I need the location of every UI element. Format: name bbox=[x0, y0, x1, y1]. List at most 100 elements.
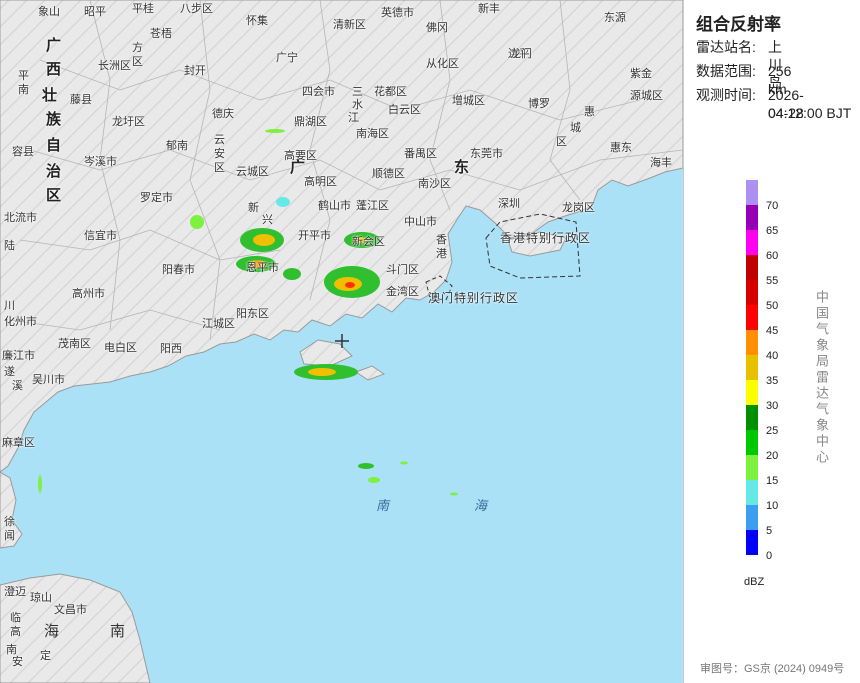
place-label: 徐 bbox=[4, 516, 15, 528]
place-label: 陆 bbox=[4, 240, 15, 252]
info-panel: 组合反射率 雷达站名: 上川岛 数据范围: 256 km 观测时间: 2026-… bbox=[683, 0, 860, 683]
time-row: 观测时间: 2026-04-28 bbox=[696, 86, 804, 121]
place-label: 东莞市 bbox=[470, 148, 503, 160]
place-label: 闻 bbox=[4, 530, 15, 542]
place-label: 象山 bbox=[38, 6, 60, 18]
place-label: 区 bbox=[214, 162, 225, 174]
place-label: 溪 bbox=[12, 380, 23, 392]
place-label: 江城区 bbox=[202, 318, 235, 330]
map-canvas bbox=[0, 0, 683, 683]
place-label: 港 bbox=[436, 248, 447, 260]
legend-tick: 65 bbox=[766, 225, 779, 237]
legend-tick: 60 bbox=[766, 250, 779, 262]
place-label: 惠东 bbox=[610, 142, 632, 154]
place-label: 廉江市 bbox=[2, 350, 35, 362]
station-label: 雷达站名: bbox=[696, 39, 756, 55]
legend-swatch bbox=[746, 180, 758, 205]
place-label: 高州市 bbox=[72, 288, 105, 300]
place-label: 容县 bbox=[12, 146, 34, 158]
place-label: 北流市 bbox=[4, 212, 37, 224]
place-label: 文昌市 bbox=[54, 604, 87, 616]
legend-swatch bbox=[746, 430, 758, 455]
place-label: 香 bbox=[436, 234, 447, 246]
place-label: 岑溪市 bbox=[84, 156, 117, 168]
place-label: 海丰 bbox=[650, 157, 672, 169]
place-label: 临 bbox=[10, 612, 21, 624]
place-label: 金湾区 bbox=[386, 286, 419, 298]
place-label: 四会市 bbox=[302, 86, 335, 98]
place-label: 化州市 bbox=[4, 316, 37, 328]
legend-tick: 30 bbox=[766, 400, 779, 412]
place-label: 澄迈 bbox=[4, 586, 26, 598]
legend-swatch bbox=[746, 305, 758, 330]
legend-tick: 45 bbox=[766, 325, 779, 337]
legend-swatch bbox=[746, 205, 758, 230]
place-label: 南海区 bbox=[356, 128, 389, 140]
time-label: 观测时间: bbox=[696, 87, 756, 103]
place-label: 番禺区 bbox=[404, 148, 437, 160]
place-label: 江 bbox=[348, 112, 359, 124]
legend-tick: 20 bbox=[766, 450, 779, 462]
macao-sar-label: 澳门特别行政区 bbox=[428, 291, 520, 305]
legend-tick: 50 bbox=[766, 300, 779, 312]
place-label: 清新区 bbox=[333, 19, 366, 31]
place-label: 区 bbox=[556, 136, 567, 148]
place-label: 云 bbox=[214, 134, 225, 146]
place-label: 龙门 bbox=[510, 48, 532, 60]
legend-swatch bbox=[746, 280, 758, 305]
legend-swatch bbox=[746, 255, 758, 280]
legend-swatch bbox=[746, 330, 758, 355]
shangchuan-island bbox=[299, 339, 353, 367]
sea-label: 海 bbox=[474, 498, 488, 513]
legend-tick: 40 bbox=[766, 350, 779, 362]
legend-unit: dBZ bbox=[744, 576, 765, 588]
place-label: 水 bbox=[352, 99, 363, 111]
radar-map[interactable]: 象山 昭平 平桂 八步区 怀集 清新区 英德市 新丰 东源 苍梧 广 方 佛冈 … bbox=[0, 0, 683, 683]
place-label: 增城区 bbox=[452, 95, 485, 107]
place-label: 云城区 bbox=[236, 166, 269, 178]
place-label: 三 bbox=[352, 86, 363, 98]
place-label: 安 bbox=[12, 656, 23, 668]
place-label: 阳春市 bbox=[162, 264, 195, 276]
place-label: 昭平 bbox=[84, 6, 106, 18]
place-label: 顺德区 bbox=[372, 168, 405, 180]
place-label: 白云区 bbox=[388, 104, 421, 116]
legend-tick: 35 bbox=[766, 375, 779, 387]
place-label: 深圳 bbox=[498, 198, 520, 210]
place-label: 恩平市 bbox=[246, 262, 279, 274]
place-label: 八步区 bbox=[180, 3, 213, 15]
place-label: 怀集 bbox=[246, 15, 268, 27]
province-label: 广 bbox=[290, 159, 306, 176]
place-label: 区 bbox=[132, 56, 143, 68]
place-label: 苍梧 bbox=[150, 28, 172, 40]
place-label: 麻章区 bbox=[2, 437, 35, 449]
place-label: 源城区 bbox=[630, 90, 663, 102]
place-label: 信宜市 bbox=[84, 230, 117, 242]
province-label: 东 bbox=[454, 159, 470, 176]
place-label: 鹤山市 bbox=[318, 200, 351, 212]
hainan-label: 海 bbox=[44, 623, 60, 640]
legend-swatch bbox=[746, 355, 758, 380]
place-label: 封开 bbox=[184, 65, 206, 77]
xiachuan-island bbox=[354, 365, 386, 381]
place-label: 英德市 bbox=[381, 7, 414, 19]
time-clock: 04:12:00 BJT bbox=[768, 105, 852, 121]
place-label: 遂 bbox=[4, 366, 15, 378]
place-label: 定 bbox=[40, 650, 51, 662]
color-legend bbox=[746, 180, 758, 555]
place-label: 琼山 bbox=[30, 592, 52, 604]
place-label: 阳西 bbox=[160, 343, 182, 355]
legend-swatch bbox=[746, 530, 758, 555]
place-label: 花都区 bbox=[374, 86, 407, 98]
place-label: 南 bbox=[18, 84, 29, 96]
province-label: 广 bbox=[46, 37, 62, 54]
place-label: 德庆 bbox=[212, 108, 234, 120]
place-label: 南沙区 bbox=[418, 178, 451, 190]
province-label: 区 bbox=[46, 187, 62, 204]
place-label: 吴川市 bbox=[32, 374, 65, 386]
place-label: 新会区 bbox=[352, 236, 385, 248]
place-label: 罗定市 bbox=[140, 192, 173, 204]
sea-label: 南 bbox=[376, 498, 390, 513]
place-label: 广宁 bbox=[276, 52, 298, 64]
legend-tick: 10 bbox=[766, 500, 779, 512]
